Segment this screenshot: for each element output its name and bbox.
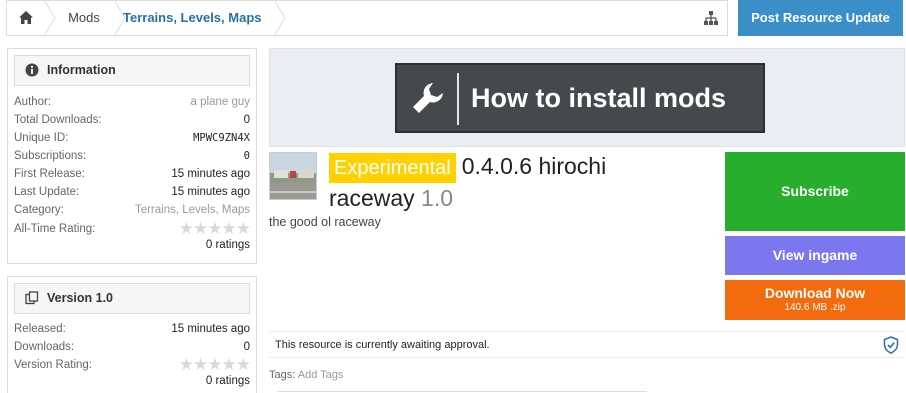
copy-icon (25, 291, 39, 305)
information-title: Information (47, 63, 116, 77)
add-tags-link[interactable]: Add Tags (298, 369, 344, 381)
resource-title-text: raceway (329, 185, 415, 211)
star-rating: ★★★★★ (178, 355, 251, 374)
version-label: Released: (14, 323, 66, 335)
resource-title-text: 0.4.0.6 hirochi (461, 153, 607, 179)
star-rating: ★★★★★ (178, 219, 251, 238)
resource-title-continued: raceway 1.0 (329, 185, 453, 212)
category-link[interactable]: Terrains, Levels, Maps (135, 201, 250, 219)
shield-check-icon (883, 336, 899, 354)
home-icon (19, 11, 33, 24)
breadcrumb-separator (273, 0, 286, 36)
subscribe-button[interactable]: Subscribe (725, 152, 905, 231)
info-row-last-update: Last Update: 15 minutes ago (14, 183, 250, 201)
version-row-downloads: Downloads: 0 (14, 338, 250, 356)
info-label: Last Update: (14, 186, 80, 198)
info-label: Subscriptions: (14, 150, 87, 162)
resource-thumbnail (269, 152, 317, 200)
resource-title: Experimental 0.4.0.6 hirochi (329, 153, 606, 183)
info-row-subscriptions: Subscriptions: 0 (14, 147, 250, 165)
sitemap-icon[interactable] (703, 10, 719, 26)
version-row-released: Released: 15 minutes ago (14, 320, 250, 338)
info-label: Author: (14, 96, 52, 108)
info-value: 0 (243, 114, 250, 126)
version-row-rating: Version Rating: ★★★★★ (14, 355, 251, 374)
info-circle-icon (25, 63, 39, 77)
author-link[interactable]: a plane guy (191, 93, 250, 111)
info-label: Category: (14, 204, 64, 216)
divider (277, 391, 647, 392)
resource-tagline: the good ol raceway (269, 215, 381, 229)
view-ingame-button[interactable]: View ingame (725, 236, 905, 275)
banner-divider (457, 73, 459, 125)
version-header: Version 1.0 (14, 283, 250, 314)
info-row-first-release: First Release: 15 minutes ago (14, 165, 250, 183)
info-row-author: Author: a plane guy (14, 93, 250, 111)
info-label: Unique ID: (14, 132, 69, 144)
top-bar: Mods Terrains, Levels, Maps Post Resourc… (0, 0, 906, 37)
info-row-all-time-rating: All-Time Rating: ★★★★★ (14, 219, 251, 238)
info-value: 15 minutes ago (171, 186, 250, 198)
resource-version: 1.0 (421, 185, 454, 211)
install-mods-banner[interactable]: How to install mods (269, 48, 905, 147)
breadcrumb-mods[interactable]: Mods (51, 1, 117, 35)
info-label: All-Time Rating: (14, 223, 96, 235)
info-row-unique-id: Unique ID: MPWC9ZN4X (14, 129, 250, 147)
version-label: Downloads: (14, 341, 75, 353)
banner-text: How to install mods (471, 83, 727, 113)
tags-label: Tags: (269, 369, 296, 381)
info-row-total-downloads: Total Downloads: 0 (14, 111, 250, 129)
post-resource-update-button[interactable]: Post Resource Update (738, 0, 903, 36)
info-label: First Release: (14, 168, 85, 180)
version-panel: Version 1.0 Released: 15 minutes ago Dow… (7, 276, 257, 393)
approval-notice-text: This resource is currently awaiting appr… (275, 339, 490, 351)
version-value: 0 (243, 341, 250, 353)
banner-box: How to install mods (395, 63, 765, 133)
info-row-category: Category: Terrains, Levels, Maps (14, 201, 250, 219)
information-panel: Information Author: a plane guy Total Do… (7, 48, 257, 264)
info-value: 0 (243, 150, 250, 162)
breadcrumb: Mods Terrains, Levels, Maps (6, 0, 728, 36)
wrench-icon (413, 83, 443, 113)
ratings-count: 0 ratings (205, 375, 250, 387)
ratings-count: 0 ratings (205, 239, 250, 251)
breadcrumb-current[interactable]: Terrains, Levels, Maps (123, 1, 262, 35)
version-value: 15 minutes ago (171, 323, 250, 335)
version-title: Version 1.0 (47, 291, 114, 305)
version-label: Version Rating: (14, 359, 92, 371)
info-value: 15 minutes ago (171, 168, 250, 180)
info-label: Total Downloads: (14, 114, 102, 126)
experimental-badge: Experimental (329, 153, 456, 183)
approval-notice: This resource is currently awaiting appr… (269, 331, 905, 358)
tags-row: Tags: Add Tags (269, 369, 343, 381)
information-header: Information (14, 55, 250, 86)
download-label: Download Now (764, 285, 866, 301)
download-size: 140.6 MB .zip (784, 302, 846, 313)
info-value: MPWC9ZN4X (193, 132, 250, 144)
download-now-button[interactable]: Download Now 140.6 MB .zip (725, 280, 905, 320)
breadcrumb-home[interactable] (7, 1, 45, 35)
